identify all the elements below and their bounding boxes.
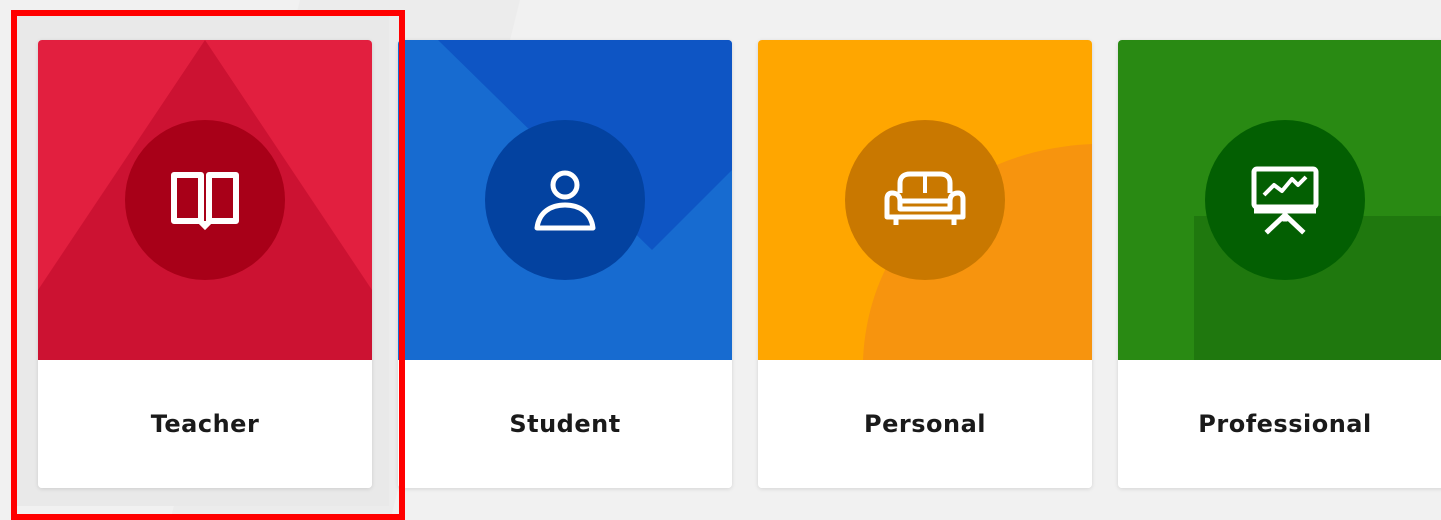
card-teacher-banner <box>38 40 372 360</box>
card-professional[interactable]: Professional <box>1118 40 1441 488</box>
card-professional-footer: Professional <box>1118 360 1441 488</box>
account-type-page: Teacher Student Personal Professional <box>0 0 1441 520</box>
open-book-icon <box>171 172 239 231</box>
student-icon-circle <box>485 120 645 280</box>
card-personal-label: Personal <box>864 410 986 438</box>
card-teacher-footer: Teacher <box>38 360 372 488</box>
professional-icon-circle <box>1205 120 1365 280</box>
card-student-footer: Student <box>398 360 732 488</box>
presentation-board-icon <box>1251 166 1319 235</box>
personal-icon-circle <box>845 120 1005 280</box>
card-personal[interactable]: Personal <box>758 40 1092 488</box>
sofa-icon <box>884 171 966 225</box>
card-personal-banner <box>758 40 1092 360</box>
card-professional-banner <box>1118 40 1441 360</box>
card-student-banner <box>398 40 732 360</box>
card-student[interactable]: Student <box>398 40 732 488</box>
person-icon <box>534 170 596 231</box>
card-student-label: Student <box>509 410 621 438</box>
card-teacher[interactable]: Teacher <box>38 40 372 488</box>
teacher-icon-circle <box>125 120 285 280</box>
card-teacher-label: Teacher <box>150 410 260 438</box>
card-personal-footer: Personal <box>758 360 1092 488</box>
card-professional-label: Professional <box>1198 410 1372 438</box>
